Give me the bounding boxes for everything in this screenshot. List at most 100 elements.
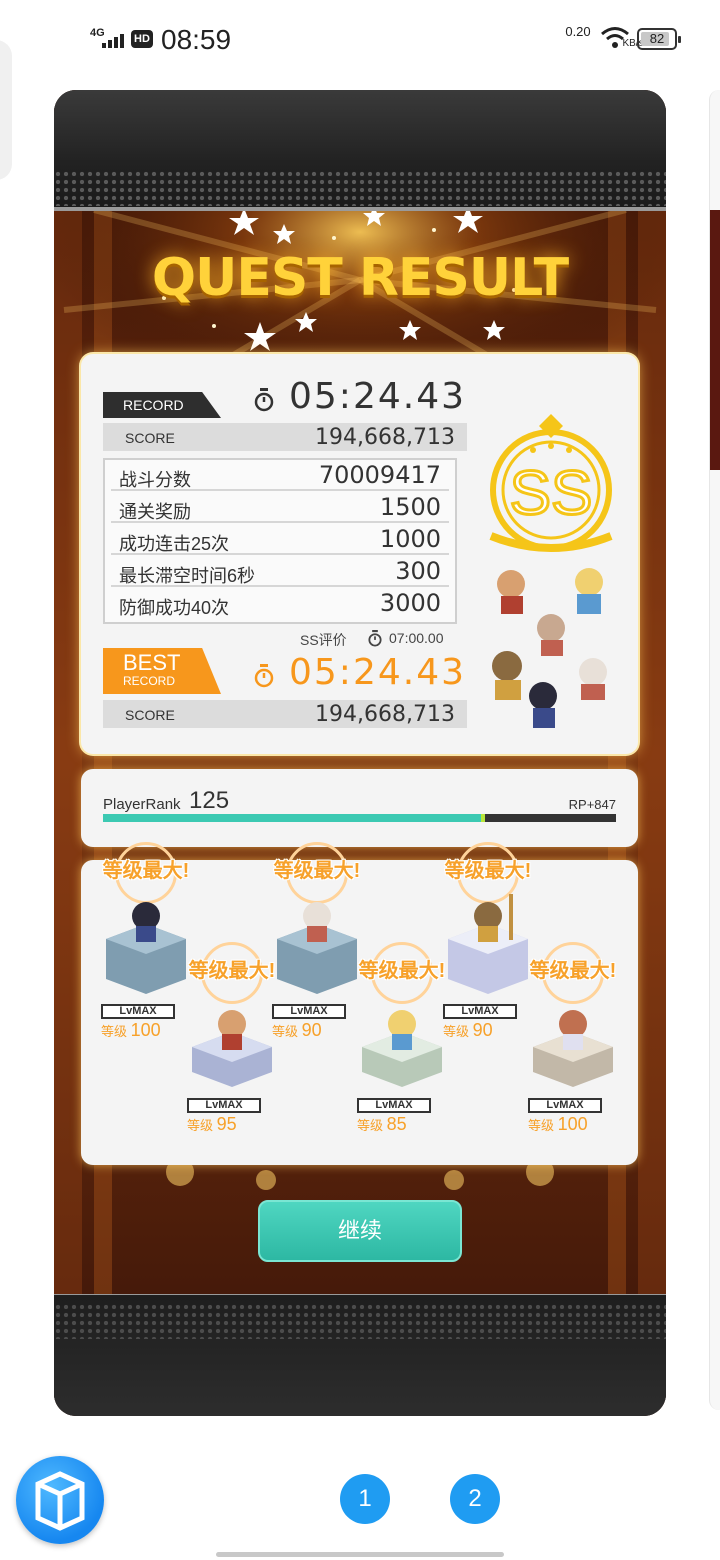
party-member-6: 等级最大! LvMAX 等级 100	[518, 942, 628, 1142]
chibi-sprite	[529, 682, 557, 728]
ss-eval-label: SS评价	[300, 632, 347, 648]
page-indicator-2[interactable]: 2	[450, 1474, 500, 1524]
battery-level: 82	[649, 31, 665, 46]
player-rank-panel: PlayerRank 125 RP+847	[81, 769, 638, 847]
level-label: 等级	[357, 1118, 384, 1133]
next-card-preview	[710, 210, 720, 470]
bonus-label: 最长滞空时间6秒	[119, 566, 256, 586]
bonus-value: 300	[395, 557, 441, 585]
best-tag-line2: RECORD	[123, 674, 176, 688]
bonus-label: 战斗分数	[119, 470, 191, 490]
level-label: 等级	[187, 1118, 214, 1133]
best-time: 05:24.43	[289, 652, 466, 693]
network-speed: 0.20 KB/s	[560, 24, 643, 49]
clock-time: 08:59	[161, 24, 232, 55]
level-text: 等级 95	[187, 1114, 287, 1135]
rank-progress-bar	[103, 814, 616, 822]
top-frame-stripe	[54, 207, 666, 211]
bonus-value: 3000	[379, 589, 441, 617]
wifi-icon	[601, 27, 629, 48]
bottom-frame-band	[54, 1295, 666, 1416]
lvmax-badge: LvMAX	[443, 1004, 517, 1019]
bonus-row: 成功连击25次 1000	[111, 524, 449, 555]
chibi-sprite	[537, 614, 565, 656]
best-score-label: SCORE	[125, 707, 175, 723]
record-time: 05:24.43	[289, 376, 466, 417]
ss-rank-badge: SS	[489, 414, 613, 552]
bonus-value: 1000	[379, 525, 441, 553]
game-screenshot: QUEST RESULT RECORD 05:24.43 SCORE 194,6…	[54, 90, 666, 1416]
player-rank-label: PlayerRank	[103, 796, 181, 813]
record-tag: RECORD	[103, 392, 221, 418]
bonus-label: 成功连击25次	[119, 534, 230, 554]
continue-button[interactable]: 继续	[258, 1200, 462, 1262]
bonus-value: 70009417	[318, 461, 441, 489]
stopwatch-icon	[254, 664, 274, 688]
battery-icon: 82	[637, 28, 681, 50]
level-value: 100	[130, 1020, 161, 1040]
level-value: 90	[301, 1020, 322, 1040]
level-value: 95	[216, 1114, 237, 1134]
chibi-sprite	[497, 570, 525, 614]
stopwatch-icon	[368, 630, 382, 647]
lvmax-badge: LvMAX	[101, 1004, 175, 1019]
best-score-row: SCORE 194,668,713	[103, 700, 467, 728]
record-score-value: 194,668,713	[315, 425, 455, 450]
rank-progress-fill	[103, 814, 483, 822]
hero-on-pedestal	[533, 1010, 613, 1087]
signal-icon	[102, 34, 126, 48]
party-level-panel: 等级最大! LvMAX 等级 100 等级最大! LvMAX 等级 95 等级最…	[81, 842, 638, 1165]
bonus-row: 最长滞空时间6秒 300	[111, 556, 449, 587]
ss-rank-text: SS	[510, 459, 593, 528]
player-rank-value: 125	[189, 787, 230, 814]
lvmax-badge: LvMAX	[528, 1098, 602, 1113]
bonus-label: 通关奖励	[119, 502, 191, 522]
bonus-row: 通关奖励 1500	[111, 492, 449, 523]
level-label: 等级	[272, 1024, 299, 1039]
level-value: 85	[386, 1114, 407, 1134]
rank-points-gained: RP+847	[568, 797, 616, 812]
bonus-row: 战斗分数 70009417	[111, 460, 449, 491]
bonus-table: 战斗分数 70009417 通关奖励 1500 成功连击25次 1000 最长滞空时间…	[103, 458, 457, 624]
top-frame-band	[54, 90, 666, 210]
home-indicator[interactable]	[216, 1552, 504, 1557]
record-score-row: SCORE 194,668,713	[103, 423, 467, 451]
chibi-sprite	[575, 568, 603, 614]
chibi-sprite	[492, 651, 522, 700]
status-bar: 4G HD 08:59 0.20 KB/s 82	[0, 0, 720, 80]
level-label: 等级	[528, 1118, 555, 1133]
level-value: 90	[472, 1020, 493, 1040]
ss-target-time: 07:00.00	[389, 630, 444, 646]
level-label: 等级	[443, 1024, 470, 1039]
best-score-value: 194,668,713	[315, 702, 455, 727]
level-label: 等级	[101, 1024, 128, 1039]
bonus-label: 防御成功40次	[119, 598, 230, 618]
quest-result-title: QUEST RESULT	[151, 248, 569, 308]
stopwatch-icon	[254, 388, 274, 412]
lvmax-badge: LvMAX	[187, 1098, 261, 1113]
lvmax-badge: LvMAX	[272, 1004, 346, 1019]
best-tag-line1: BEST	[123, 650, 181, 675]
level-max-banner: 等级最大!	[102, 860, 190, 882]
floating-app-button[interactable]	[16, 1456, 104, 1544]
level-text: 等级 85	[357, 1114, 457, 1135]
page-indicator-1[interactable]: 1	[340, 1474, 390, 1524]
rank-progress-tip	[480, 814, 485, 822]
level-max-banner: 等级最大!	[529, 960, 617, 982]
level-text: 等级 100	[528, 1114, 628, 1135]
level-max-banner: 等级最大!	[444, 860, 532, 882]
best-record-tag: BEST RECORD	[103, 648, 221, 694]
party-sprites-group	[492, 568, 607, 728]
record-score-label: SCORE	[125, 430, 175, 446]
record-panel: RECORD 05:24.43 SCORE 194,668,713 战斗分数 70…	[81, 354, 638, 754]
chibi-sprite	[579, 658, 607, 700]
bonus-row: 防御成功40次 3000	[111, 588, 449, 619]
previous-card-edge	[0, 40, 12, 180]
lvmax-badge: LvMAX	[357, 1098, 431, 1113]
hd-badge: HD	[131, 30, 153, 48]
level-max-banner: 等级最大!	[273, 860, 361, 882]
bonus-value: 1500	[379, 493, 441, 521]
level-value: 100	[557, 1114, 588, 1134]
speed-value: 0.20	[565, 24, 591, 39]
cube-frame-icon	[35, 1471, 85, 1531]
